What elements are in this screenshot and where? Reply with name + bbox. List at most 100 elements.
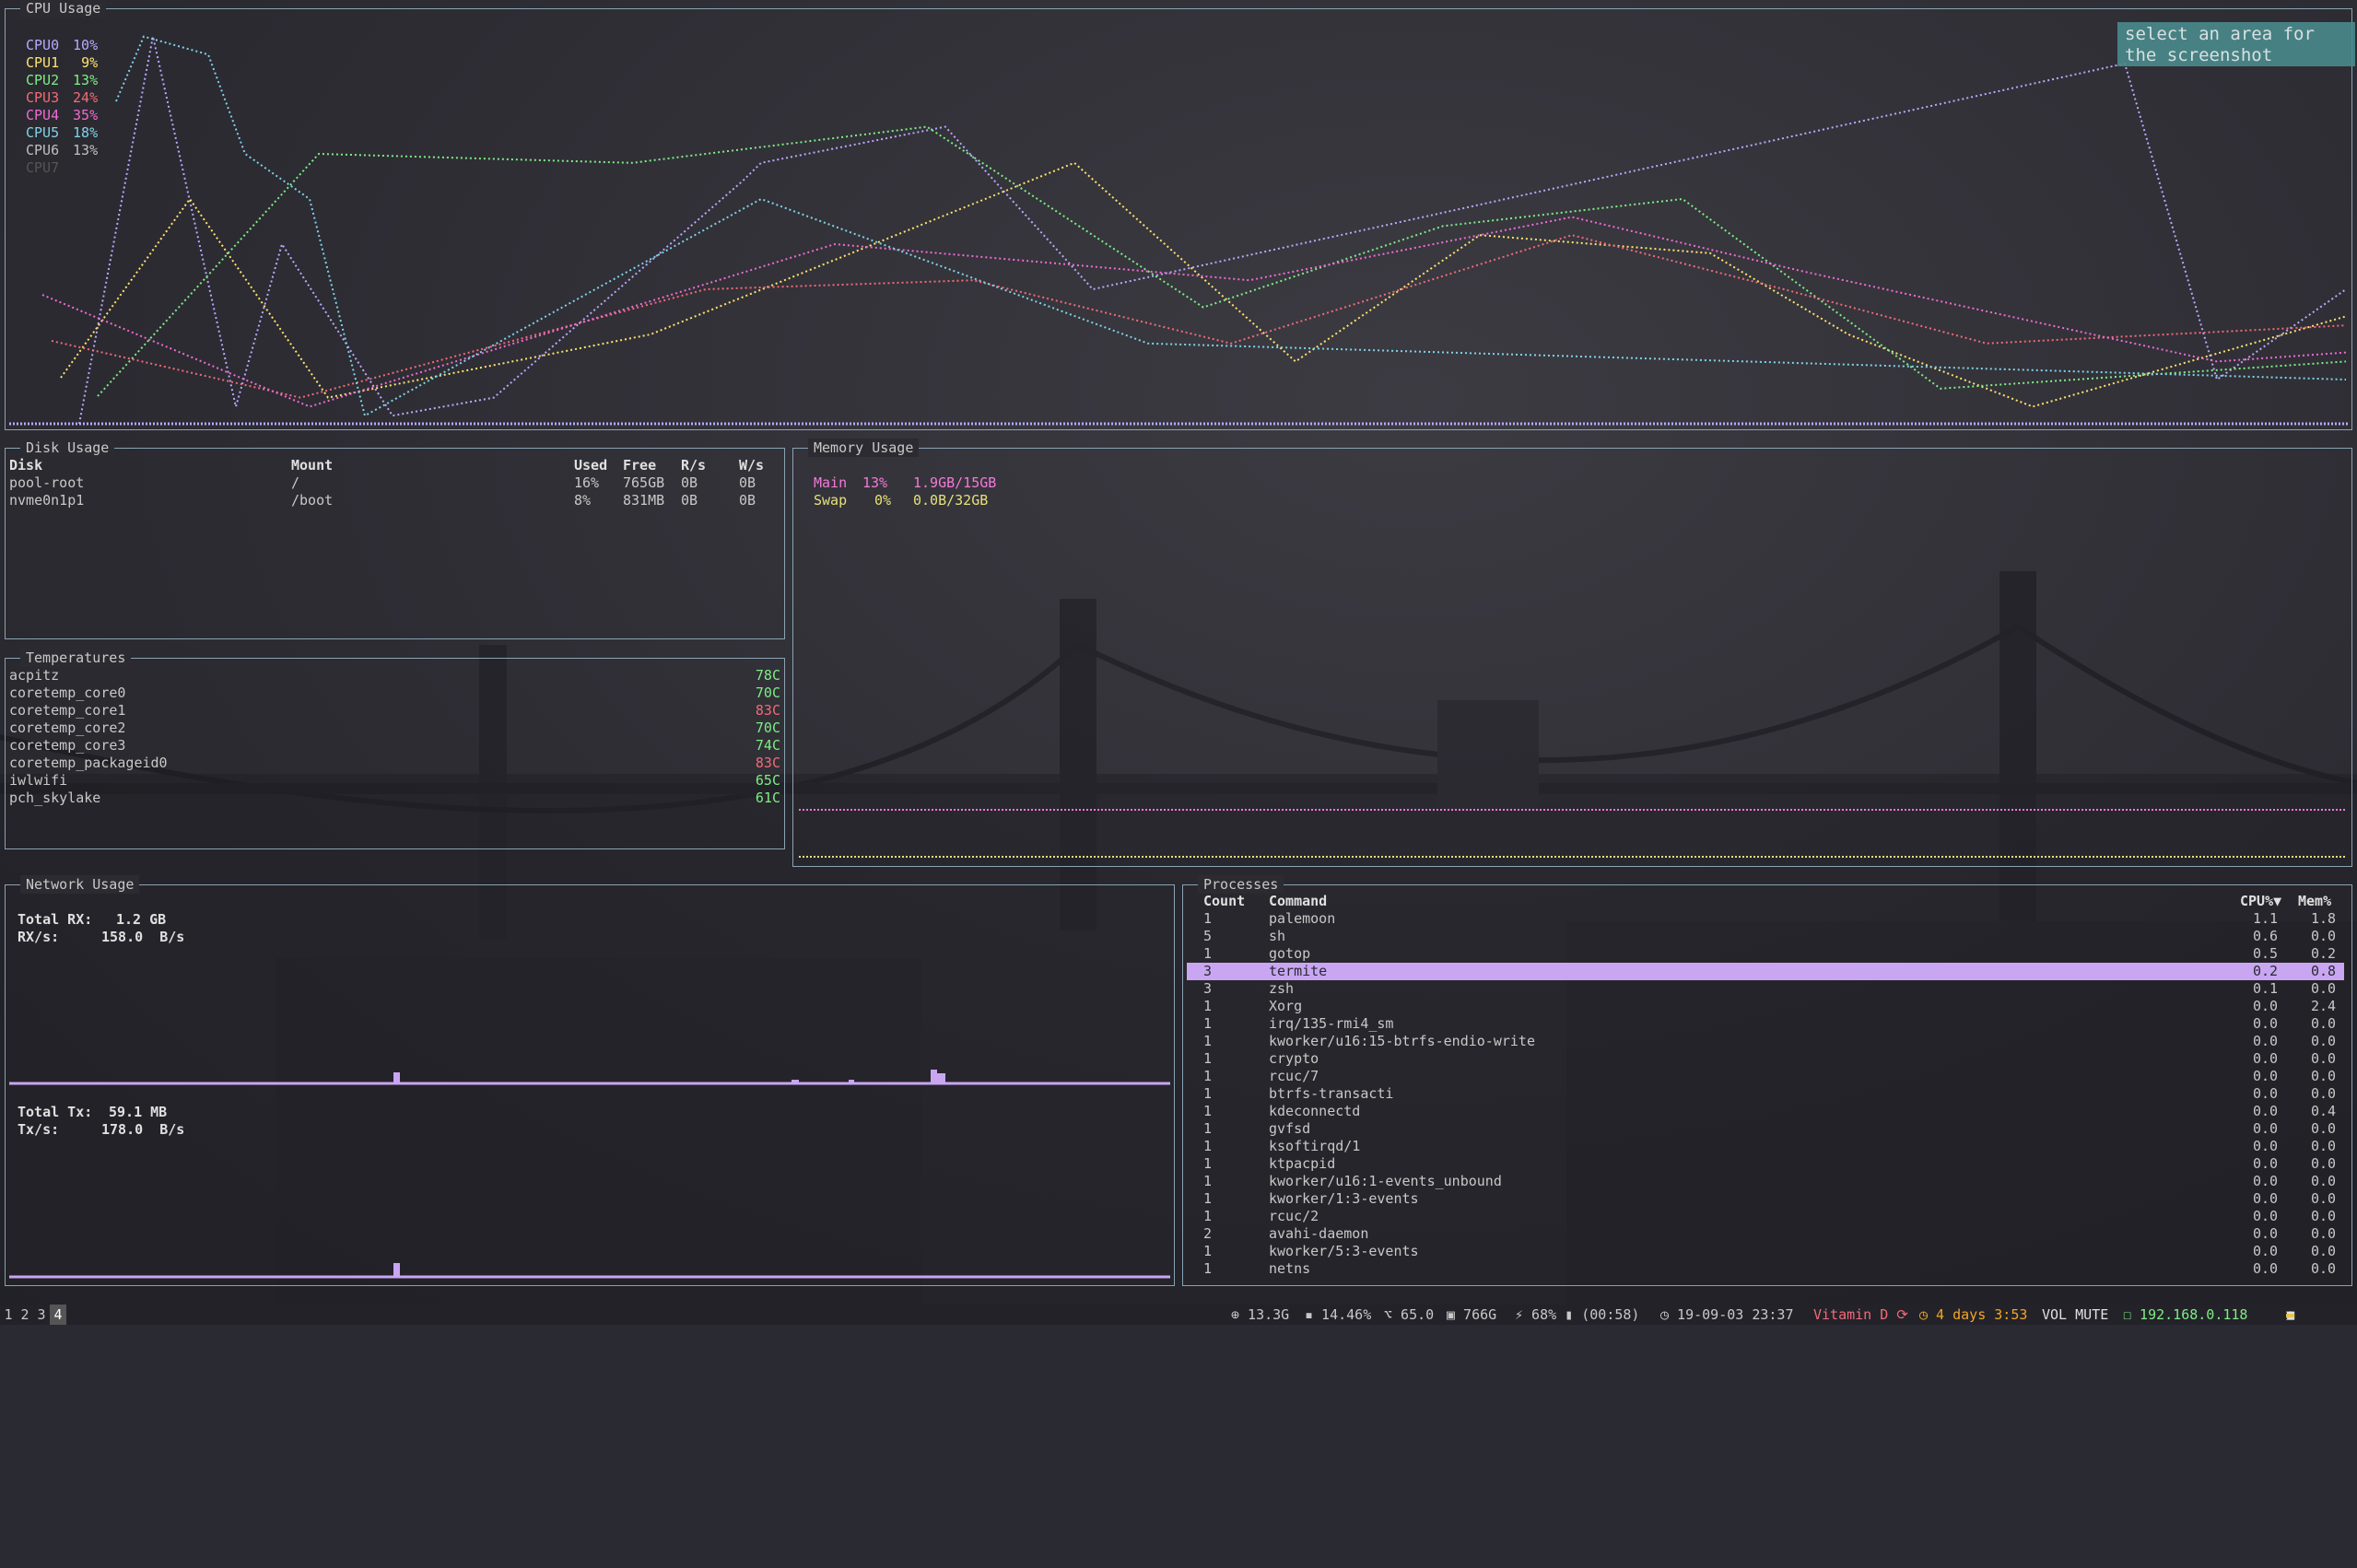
temperature-sensor-name: coretemp_packageid0 [9, 755, 168, 771]
process-row[interactable]: 1 kworker/1:3-events 0.0 0.0 [1187, 1190, 2344, 1208]
process-row[interactable]: 1 gotop 0.5 0.2 [1187, 945, 2344, 963]
disk-usage-panel: Disk Usage Disk Mount Used Free R/s W/s … [5, 439, 785, 639]
disk-row-mount: /boot [291, 492, 334, 509]
process-mem: 0.0 [2311, 1225, 2337, 1242]
cpu-legend-value: 35% [73, 107, 99, 123]
process-cpu: 0.0 [2253, 998, 2279, 1014]
process-cpu: 0.1 [2253, 980, 2279, 997]
process-command: zsh [1269, 980, 1295, 997]
process-mem: 0.0 [2311, 1155, 2337, 1172]
process-mem: 2.4 [2311, 998, 2337, 1014]
process-header-cpu[interactable]: CPU%▼ [2240, 893, 2281, 910]
disk-row-used: 8% [574, 492, 592, 509]
process-count: 1 [1203, 1033, 1213, 1049]
disk-header-ws: W/s [739, 457, 765, 474]
cpu-history-series [115, 35, 2347, 417]
disk-header-rs: R/s [681, 457, 707, 474]
process-count: 1 [1203, 1173, 1213, 1189]
cpu-history-series [97, 125, 2347, 397]
temperature-sensor-name: pch_skylake [9, 790, 101, 806]
keyboard-flag-icon[interactable]: ▬ [2286, 1305, 2294, 1325]
rx-spike [931, 1070, 937, 1083]
cpu-legend-value: 18% [73, 124, 99, 141]
process-header-count[interactable]: Count [1203, 893, 1245, 910]
process-mem: 0.0 [2311, 1208, 2337, 1224]
process-count: 1 [1203, 1050, 1213, 1067]
process-command: kworker/u16:1-events_unbound [1269, 1173, 1502, 1189]
workspace-button[interactable]: 4 [50, 1305, 66, 1325]
tx-spike [393, 1263, 400, 1277]
process-row[interactable]: 1 kworker/u16:15-btrfs-endio-write 0.0 0.0 [1187, 1033, 2344, 1050]
cpu-legend-label: CPU5 [26, 124, 60, 141]
cpu-history-line [41, 216, 2347, 408]
process-row[interactable]: 1 kdeconnectd 0.0 0.4 [1187, 1103, 2344, 1120]
process-cpu: 0.0 [2253, 1225, 2279, 1242]
process-cpu: 0.0 [2253, 1103, 2279, 1119]
process-row[interactable]: 1 palemoon 1.1 1.8 [1187, 910, 2344, 928]
process-cpu: 1.1 [2253, 910, 2279, 927]
process-mem: 0.0 [2311, 928, 2337, 944]
process-row[interactable]: 5 sh 0.6 0.0 [1187, 928, 2344, 945]
tray-icons: ◢ ⊘ ▼ ● ▬ [2253, 1305, 2294, 1446]
disk-row-free: 765GB [623, 474, 665, 491]
cpu-legend-label: CPU2 [26, 72, 60, 88]
process-cpu: 0.0 [2253, 1120, 2279, 1137]
process-mem: 0.0 [2311, 1068, 2337, 1084]
temperature-value: 65C [755, 772, 780, 789]
cpu-legend-item: CPU0 10% [26, 37, 98, 54]
process-row[interactable]: 3 zsh 0.1 0.0 [1187, 980, 2344, 998]
process-cpu: 0.0 [2253, 1190, 2279, 1207]
process-header-command[interactable]: Command [1269, 893, 1327, 910]
process-count: 1 [1203, 945, 1213, 962]
process-count: 5 [1203, 928, 1213, 944]
process-row[interactable]: 1 rcuc/2 0.0 0.0 [1187, 1208, 2344, 1225]
disk-row-name: nvme0n1p1 [9, 492, 85, 509]
process-cpu: 0.6 [2253, 928, 2279, 944]
disk-row-rs: 0B [681, 492, 698, 509]
cpu-legend-value: 10% [73, 37, 99, 53]
process-row[interactable]: 1 kworker/u16:1-events_unbound 0.0 0.0 [1187, 1173, 2344, 1190]
process-header-mem[interactable]: Mem% [2298, 893, 2331, 910]
process-command: irq/135-rmi4_sm [1269, 1015, 1394, 1032]
status-disk-io: ⊕ 13.3G [1231, 1306, 1290, 1323]
process-mem: 0.0 [2311, 1260, 2337, 1277]
temperature-sensor-name: acpitz [9, 667, 60, 684]
process-mem: 0.8 [2311, 963, 2337, 979]
temperature-value: 78C [755, 667, 780, 684]
process-row[interactable]: 1 rcuc/7 0.0 0.0 [1187, 1068, 2344, 1085]
workspace-button[interactable]: 2 [17, 1305, 33, 1325]
process-count: 1 [1203, 1208, 1213, 1224]
process-command: Xorg [1269, 998, 1303, 1014]
process-mem: 0.0 [2311, 1085, 2337, 1102]
process-cpu: 0.0 [2253, 1050, 2279, 1067]
process-row[interactable]: 1 ktpacpid 0.0 0.0 [1187, 1155, 2344, 1173]
process-row[interactable]: 1 irq/135-rmi4_sm 0.0 0.0 [1187, 1015, 2344, 1033]
workspace-button[interactable]: 1 [0, 1305, 17, 1325]
process-count: 1 [1203, 1120, 1213, 1137]
process-count: 1 [1203, 998, 1213, 1014]
cpu-usage-graph [9, 35, 2348, 426]
status-disk: ▣ 766G [1447, 1306, 1497, 1323]
process-mem: 0.2 [2311, 945, 2337, 962]
process-mem: 0.0 [2311, 1120, 2337, 1137]
process-command: palemoon [1269, 910, 1336, 927]
temperature-value: 83C [755, 702, 780, 719]
status-volume[interactable]: VOL MUTE [2042, 1305, 2108, 1325]
status-media[interactable]: Vitamin D ⟳ [1813, 1305, 1908, 1325]
process-row[interactable]: 3 termite 0.2 0.8 [1187, 963, 2344, 980]
cpu-history-series [41, 216, 2347, 408]
cpu-history-line [97, 125, 2347, 397]
workspace-button[interactable]: 3 [33, 1305, 50, 1325]
process-row[interactable]: 2 avahi-daemon 0.0 0.0 [1187, 1225, 2344, 1243]
process-row[interactable]: 1 ksoftirqd/1 0.0 0.0 [1187, 1138, 2344, 1155]
process-row[interactable]: 1 Xorg 0.0 2.4 [1187, 998, 2344, 1015]
cpu-legend-label: CPU6 [26, 142, 60, 158]
process-row[interactable]: 1 gvfsd 0.0 0.0 [1187, 1120, 2344, 1138]
status-cpu: ▪ 14.46% [1305, 1306, 1372, 1323]
process-row[interactable]: 1 btrfs-transacti 0.0 0.0 [1187, 1085, 2344, 1103]
process-row[interactable]: 1 netns 0.0 0.0 [1187, 1260, 2344, 1278]
process-row[interactable]: 1 kworker/5:3-events 0.0 0.0 [1187, 1243, 2344, 1260]
process-mem: 0.0 [2311, 1243, 2337, 1259]
process-mem: 0.0 [2311, 1033, 2337, 1049]
process-row[interactable]: 1 crypto 0.0 0.0 [1187, 1050, 2344, 1068]
